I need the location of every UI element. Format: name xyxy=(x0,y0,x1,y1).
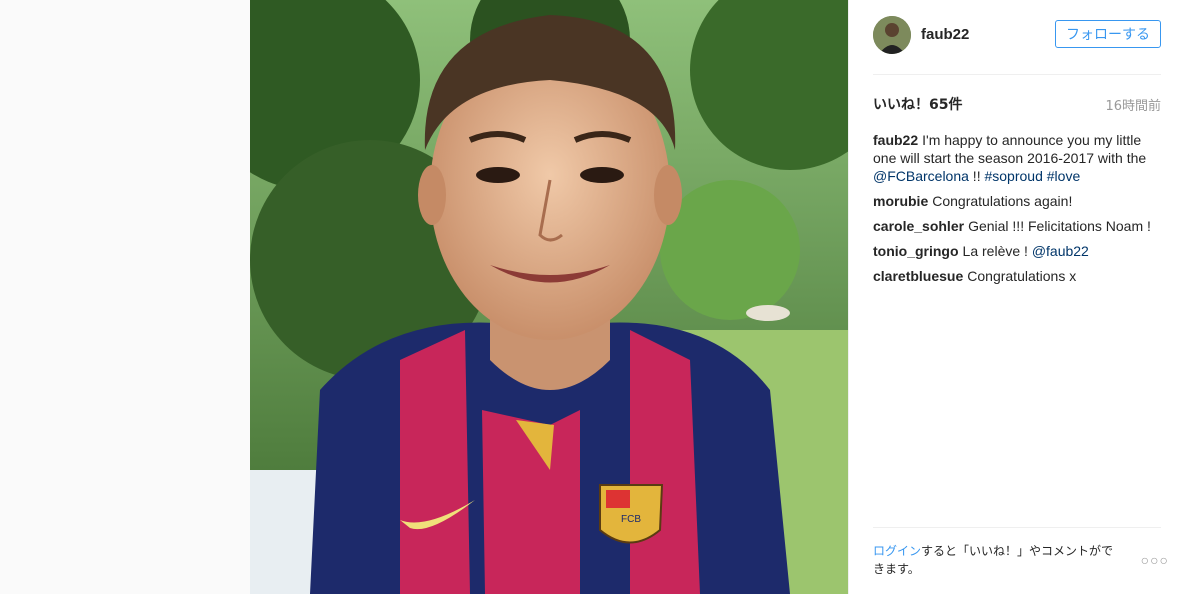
likes-count[interactable]: いいね！65件 xyxy=(873,94,962,114)
hashtag-soproud[interactable]: #soproud xyxy=(984,168,1042,184)
post-header: faub22 フォローする xyxy=(873,16,1161,56)
post-side-panel: faub22 フォローする いいね！65件 16時間前 faub22 I'm ha… xyxy=(848,0,1188,594)
follow-button[interactable]: フォローする xyxy=(1055,20,1161,48)
comment-username[interactable]: tonio_gringo xyxy=(873,243,959,259)
list-item: tonio_gringo La relève ! @faub22 xyxy=(873,242,1165,260)
comment-text: Genial !!! Felicitations Noam ! xyxy=(968,218,1151,234)
login-link[interactable]: ログイン xyxy=(873,544,921,558)
comment-text: Congratulations x xyxy=(967,268,1077,284)
caption: faub22 I'm happy to announce you my littl… xyxy=(873,131,1165,185)
comment-list: faub22 I'm happy to announce you my littl… xyxy=(873,131,1165,292)
comment-text: La relève ! xyxy=(962,243,1032,259)
comment-text: Congratulations again! xyxy=(932,193,1073,209)
comment-mention[interactable]: @faub22 xyxy=(1032,243,1089,259)
more-options-icon[interactable]: ○○○ xyxy=(1141,552,1169,568)
comment-username[interactable]: morubie xyxy=(873,193,928,209)
hashtag-love[interactable]: #love xyxy=(1047,168,1080,184)
post-time[interactable]: 16時間前 xyxy=(1105,95,1161,114)
caption-username[interactable]: faub22 xyxy=(873,132,918,148)
divider xyxy=(873,527,1161,528)
list-item: morubie Congratulations again! xyxy=(873,192,1165,210)
list-item: carole_sohler Genial !!! Felicitations No… xyxy=(873,217,1165,235)
caption-after: !! xyxy=(968,168,985,184)
header-username[interactable]: faub22 xyxy=(921,26,969,43)
avatar[interactable] xyxy=(873,16,911,54)
caption-mention[interactable]: @FCBarcelona xyxy=(873,168,969,184)
comment-username[interactable]: claretbluesue xyxy=(873,268,963,284)
list-item: claretbluesue Congratulations x xyxy=(873,267,1165,285)
login-prompt: ログインすると「いいね！」やコメントができます。 xyxy=(873,542,1123,578)
post-photo[interactable]: FCB xyxy=(250,0,848,594)
comment-username[interactable]: carole_sohler xyxy=(873,218,964,234)
badge-text: FCB xyxy=(621,514,641,525)
photo-image: FCB xyxy=(250,0,848,594)
divider xyxy=(873,74,1161,75)
